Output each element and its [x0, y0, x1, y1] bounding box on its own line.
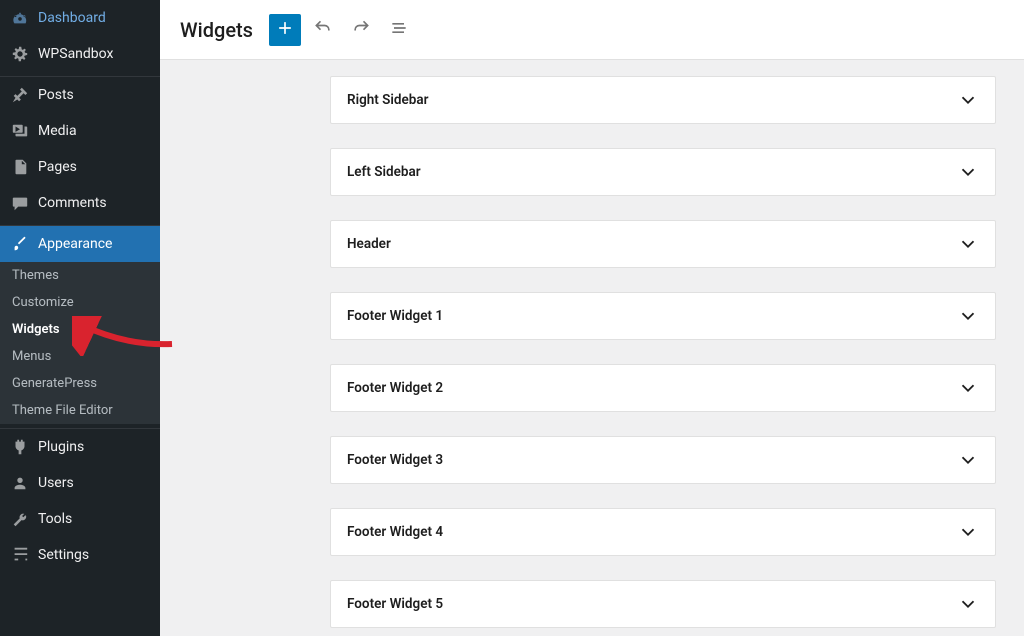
list-view-button[interactable]: [383, 14, 415, 46]
sidebar-item-media[interactable]: Media: [0, 113, 160, 149]
widget-area-title: Footer Widget 2: [347, 380, 443, 396]
sidebar-item-label: Users: [38, 475, 150, 491]
chevron-down-icon: [957, 449, 979, 471]
sidebar-item-label: WPSandbox: [38, 46, 150, 62]
widget-area-left-sidebar[interactable]: Left Sidebar: [330, 148, 996, 196]
editor-topbar: Widgets: [160, 0, 1024, 60]
widget-area-footer-1[interactable]: Footer Widget 1: [330, 292, 996, 340]
appearance-submenu: Themes Customize Widgets Menus GenerateP…: [0, 262, 160, 424]
chevron-down-icon: [957, 521, 979, 543]
chevron-down-icon: [957, 161, 979, 183]
sidebar-item-wpsandbox[interactable]: WPSandbox: [0, 36, 160, 72]
brush-icon: [10, 234, 30, 254]
submenu-item-theme-file-editor[interactable]: Theme File Editor: [0, 397, 160, 424]
widget-area-title: Header: [347, 236, 391, 252]
tools-icon: [10, 509, 30, 529]
sidebar-item-label: Posts: [38, 87, 150, 103]
widget-area-right-sidebar[interactable]: Right Sidebar: [330, 76, 996, 124]
settings-icon: [10, 545, 30, 565]
sidebar-item-settings[interactable]: Settings: [0, 537, 160, 573]
page-title: Widgets: [180, 18, 253, 42]
dashboard-icon: [10, 8, 30, 28]
sidebar-item-label: Tools: [38, 511, 150, 527]
widget-area-title: Footer Widget 5: [347, 596, 443, 612]
submenu-item-generatepress[interactable]: GeneratePress: [0, 370, 160, 397]
sidebar-item-pages[interactable]: Pages: [0, 149, 160, 185]
chevron-down-icon: [957, 305, 979, 327]
sidebar-item-label: Media: [38, 123, 150, 139]
plug-icon: [10, 437, 30, 457]
widget-area-title: Footer Widget 1: [347, 308, 443, 324]
widget-area-footer-3[interactable]: Footer Widget 3: [330, 436, 996, 484]
admin-sidebar: Dashboard WPSandbox Posts Media Pages Co…: [0, 0, 160, 636]
sidebar-item-dashboard[interactable]: Dashboard: [0, 0, 160, 36]
content-area: Widgets Right Sidebar: [160, 0, 1024, 636]
widget-area-title: Footer Widget 3: [347, 452, 443, 468]
users-icon: [10, 473, 30, 493]
widget-area-footer-5[interactable]: Footer Widget 5: [330, 580, 996, 628]
widget-area-title: Right Sidebar: [347, 92, 429, 108]
widget-area-footer-2[interactable]: Footer Widget 2: [330, 364, 996, 412]
widget-area-footer-4[interactable]: Footer Widget 4: [330, 508, 996, 556]
redo-icon: [351, 18, 371, 42]
undo-button[interactable]: [307, 14, 339, 46]
list-view-icon: [389, 18, 409, 42]
sidebar-item-label: Plugins: [38, 439, 150, 455]
gear-icon: [10, 44, 30, 64]
chevron-down-icon: [957, 377, 979, 399]
redo-button[interactable]: [345, 14, 377, 46]
submenu-item-themes[interactable]: Themes: [0, 262, 160, 289]
undo-icon: [313, 18, 333, 42]
add-block-button[interactable]: [269, 14, 301, 46]
media-icon: [10, 121, 30, 141]
chevron-down-icon: [957, 233, 979, 255]
widget-area-title: Footer Widget 4: [347, 524, 443, 540]
chevron-down-icon: [957, 89, 979, 111]
sidebar-item-tools[interactable]: Tools: [0, 501, 160, 537]
widget-area-title: Left Sidebar: [347, 164, 421, 180]
widget-areas-list: Right Sidebar Left Sidebar Header Footer…: [160, 60, 1024, 636]
sidebar-item-appearance[interactable]: Appearance: [0, 226, 160, 262]
comments-icon: [10, 193, 30, 213]
sidebar-item-label: Pages: [38, 159, 150, 175]
pages-icon: [10, 157, 30, 177]
submenu-item-widgets[interactable]: Widgets: [0, 316, 160, 343]
sidebar-item-label: Comments: [38, 195, 150, 211]
sidebar-item-label: Dashboard: [38, 10, 150, 26]
sidebar-item-posts[interactable]: Posts: [0, 77, 160, 113]
widget-area-header[interactable]: Header: [330, 220, 996, 268]
sidebar-item-label: Appearance: [38, 236, 150, 252]
plus-icon: [275, 18, 295, 42]
submenu-item-customize[interactable]: Customize: [0, 289, 160, 316]
sidebar-item-plugins[interactable]: Plugins: [0, 429, 160, 465]
chevron-down-icon: [957, 593, 979, 615]
sidebar-item-comments[interactable]: Comments: [0, 185, 160, 221]
sidebar-item-users[interactable]: Users: [0, 465, 160, 501]
pin-icon: [10, 85, 30, 105]
submenu-item-menus[interactable]: Menus: [0, 343, 160, 370]
sidebar-item-label: Settings: [38, 547, 150, 563]
